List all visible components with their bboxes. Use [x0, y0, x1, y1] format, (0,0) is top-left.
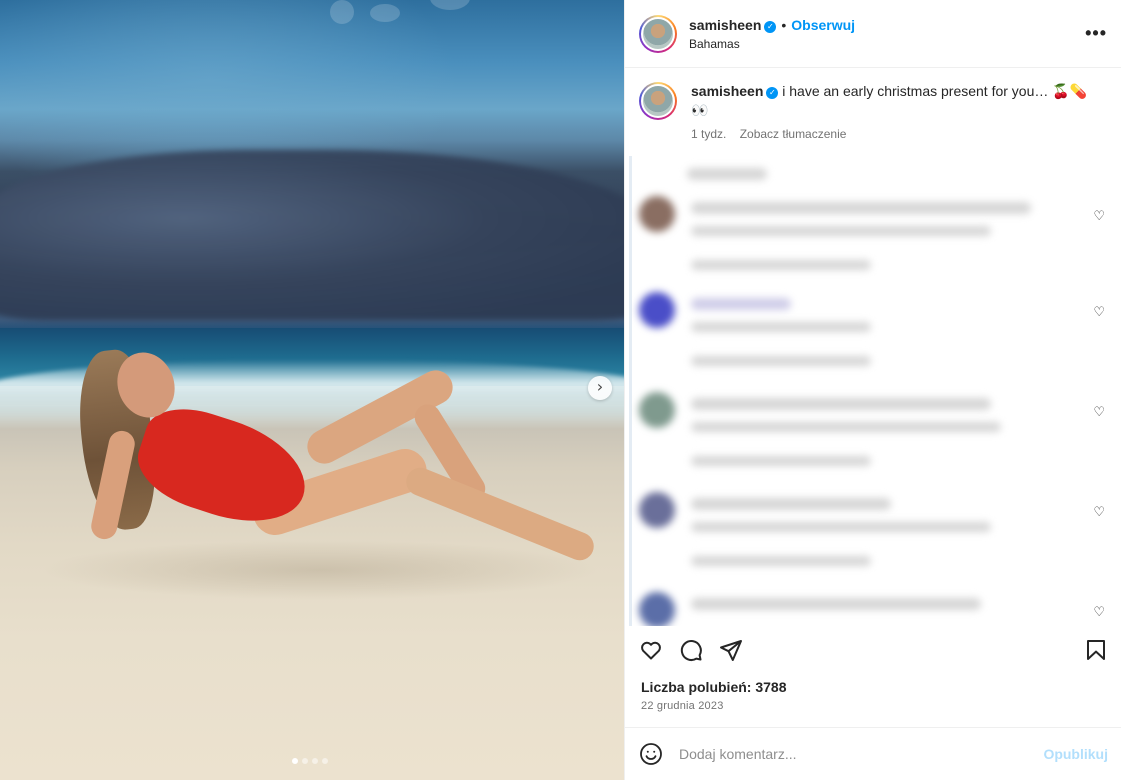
blurred-text [691, 522, 991, 532]
verified-badge-icon: ✓ [764, 20, 777, 33]
blurred-text [691, 298, 791, 310]
add-comment-bar: Opublikuj [625, 727, 1121, 780]
blurred-text [691, 498, 891, 510]
publish-button[interactable]: Opublikuj [1043, 746, 1108, 762]
scrollbar[interactable] [629, 156, 632, 626]
comment-like-icon[interactable]: ♡ [1093, 504, 1105, 520]
follow-button[interactable]: Obserwuj [791, 17, 855, 33]
carousel-dot [302, 758, 308, 764]
post-dialog: › samisheen ✓ • Obserwuj Bahamas ••• samis [0, 0, 1121, 780]
blurred-text [691, 422, 1001, 432]
sand-shadow [40, 540, 600, 600]
more-options-icon[interactable]: ••• [1085, 23, 1107, 44]
storm-cloud [0, 150, 624, 320]
lens-flare [370, 4, 400, 22]
blurred-text [691, 356, 871, 366]
comment-like-icon[interactable]: ♡ [1093, 404, 1105, 420]
blurred-text [687, 168, 767, 180]
post-age[interactable]: 1 tydz. [691, 127, 726, 141]
comment-like-icon[interactable]: ♡ [1093, 604, 1105, 620]
blurred-text [691, 226, 991, 236]
avatar[interactable] [639, 82, 677, 120]
caption: samisheen ✓ i have an early christmas pre… [625, 68, 1121, 156]
post-author: samisheen ✓ • Obserwuj Bahamas [689, 17, 1085, 51]
post-sidebar: samisheen ✓ • Obserwuj Bahamas ••• samishee… [624, 0, 1121, 780]
likes-count[interactable]: Liczba polubień: 3788 [641, 679, 786, 695]
comment-item: ♡ [639, 492, 1109, 592]
caption-text-line2: 👀 [691, 102, 709, 118]
lens-flare [330, 0, 354, 24]
author-username[interactable]: samisheen [689, 17, 761, 33]
emoji-icon[interactable] [639, 742, 663, 766]
comment-item: ♡ [639, 392, 1109, 492]
carousel-dots [292, 758, 328, 764]
caption-text: i have an early christmas present for yo… [782, 83, 1088, 99]
comment-input[interactable] [679, 746, 1044, 762]
comment-icon[interactable] [677, 636, 705, 664]
caption-username[interactable]: samisheen [691, 83, 763, 99]
blurred-text [691, 260, 871, 270]
comment-avatar[interactable] [639, 292, 675, 328]
comment-avatar[interactable] [639, 492, 675, 528]
comments-list[interactable]: ♡ ♡ ♡ ♡ ♡ [625, 156, 1121, 626]
comment-item: ♡ [639, 196, 1109, 296]
comment-avatar[interactable] [639, 392, 675, 428]
comment-avatar[interactable] [639, 592, 675, 626]
blurred-text [691, 598, 981, 610]
comment-item: ♡ [639, 592, 1109, 626]
carousel-dot [322, 758, 328, 764]
comment-like-icon[interactable]: ♡ [1093, 208, 1105, 224]
verified-badge-icon: ✓ [766, 87, 779, 99]
blurred-text [691, 202, 1031, 214]
post-header: samisheen ✓ • Obserwuj Bahamas ••• [625, 0, 1121, 68]
next-slide-button[interactable]: › [588, 376, 612, 400]
avatar[interactable] [639, 14, 677, 53]
separator: • [781, 16, 787, 33]
carousel-dot [312, 758, 318, 764]
blurred-text [691, 322, 871, 332]
post-photo[interactable]: › [0, 0, 624, 780]
comment-like-icon[interactable]: ♡ [1093, 304, 1105, 320]
post-date: 22 grudnia 2023 [641, 700, 724, 712]
bookmark-icon[interactable] [1082, 636, 1110, 664]
blurred-text [691, 398, 991, 410]
location-link[interactable]: Bahamas [689, 37, 1085, 51]
lens-flare [430, 0, 470, 10]
comment-item: ♡ [639, 292, 1109, 392]
share-icon[interactable] [717, 636, 745, 664]
comment-avatar[interactable] [639, 196, 675, 232]
action-bar [625, 628, 1121, 672]
see-translation-link[interactable]: Zobacz tłumaczenie [740, 127, 847, 141]
blurred-text [691, 456, 871, 466]
blurred-text [691, 556, 871, 566]
like-icon[interactable] [637, 636, 665, 664]
carousel-dot [292, 758, 298, 764]
